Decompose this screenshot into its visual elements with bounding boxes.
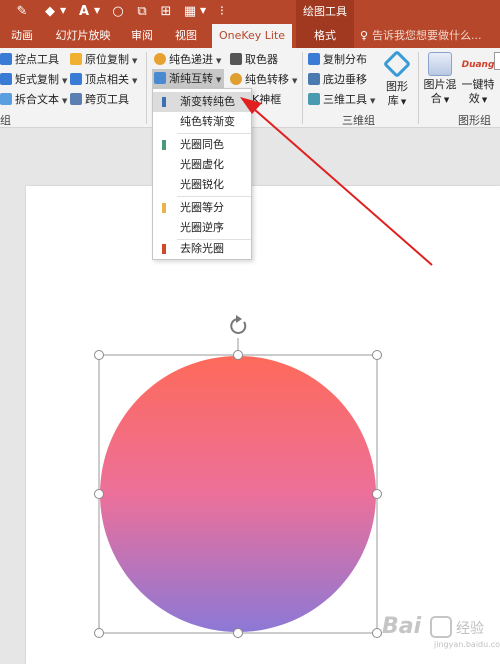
baidu-watermark: Bai 经验 jingyan.baidu.com	[382, 614, 500, 649]
annotation-arrow-head	[240, 97, 262, 114]
annotation-layer	[240, 97, 433, 266]
powerpoint-window: ✎ ◆ ▼ A ▼ ○ ⧉ ⊞ ▦ ▼ ⁝ 绘图工具 动画 幻灯片放映 审阅 视…	[0, 0, 500, 664]
annotation-arrow	[253, 108, 433, 266]
paw-logo-icon	[430, 616, 452, 638]
